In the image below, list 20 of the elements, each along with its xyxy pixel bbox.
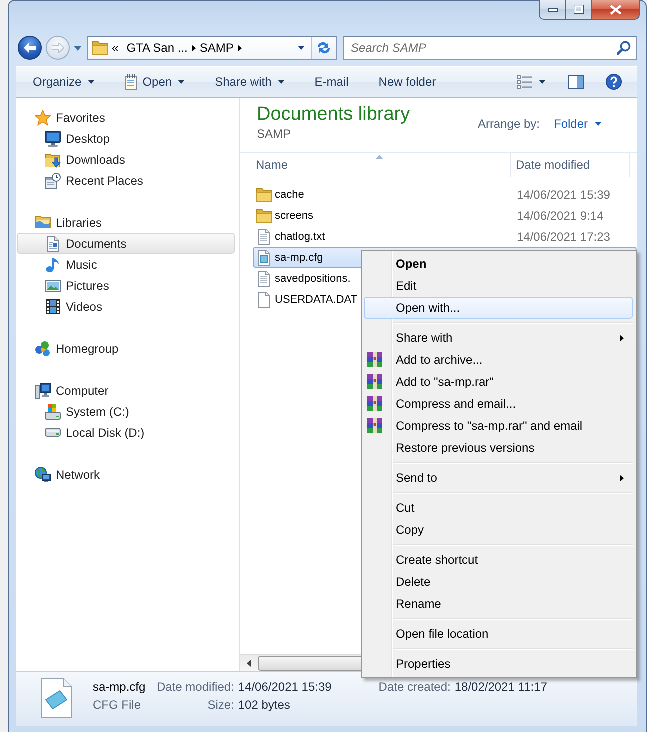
- property-value: 14/06/2021 15:39: [238, 679, 332, 696]
- property-value: 18/02/2021 11:17: [454, 679, 548, 696]
- file-name: screens: [275, 210, 314, 222]
- file-type: CFG File: [93, 697, 141, 714]
- property-label: Size:: [206, 697, 234, 714]
- file-name: cache: [275, 188, 304, 200]
- file-name: sa-mp.cfg: [275, 252, 324, 264]
- property-value: 102 bytes: [238, 697, 290, 714]
- date-modified: 14/06/2021 17:23: [516, 230, 610, 244]
- file-name: sa-mp.cfg: [93, 679, 146, 696]
- file-name: USERDATA.DAT: [275, 294, 358, 306]
- date-modified: 14/06/2021 9:14: [516, 208, 604, 222]
- library-title: Documents library: [257, 104, 410, 126]
- library-subtitle: SAMP: [257, 126, 292, 142]
- file-name: savedpositions.: [275, 272, 351, 284]
- arrange-by-label: Arrange by:: [478, 117, 540, 131]
- property-label: Date modified:: [157, 679, 234, 696]
- file-name: chatlog.txt: [275, 230, 326, 242]
- date-modified: 14/06/2021 15:39: [516, 188, 610, 202]
- property-label: Date created:: [378, 679, 451, 696]
